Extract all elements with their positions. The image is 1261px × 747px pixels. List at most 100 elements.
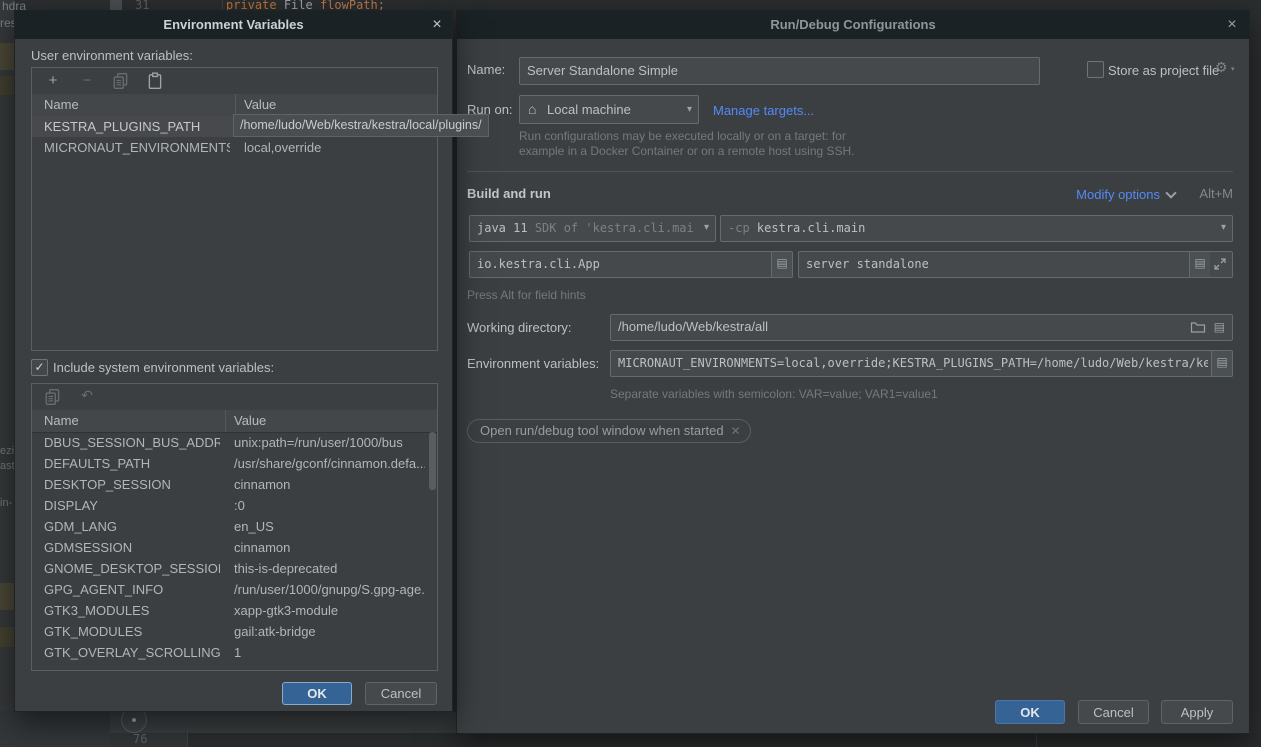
var-name: GTK_MODULES [44, 621, 220, 642]
working-directory-value: /home/ludo/Web/kestra/all [618, 315, 1184, 340]
var-value: :0 [234, 495, 425, 516]
remove-icon[interactable]: − [78, 72, 96, 90]
modify-options-shortcut: Alt+M [1199, 186, 1233, 201]
table-row[interactable]: GDM_LANGen_US [32, 516, 437, 537]
tree-selected-block [0, 627, 14, 647]
modify-options-group: Modify options [1076, 186, 1179, 204]
remove-tag-icon[interactable]: ✕ [730, 420, 740, 442]
table-row[interactable]: DISPLAY:0 [32, 495, 437, 516]
name-column-header[interactable]: Name [44, 410, 79, 432]
section-divider [467, 171, 1233, 172]
column-divider[interactable] [235, 94, 236, 116]
table-row[interactable]: GTK3_MODULESxapp-gtk3-module [32, 600, 437, 621]
modify-options-link[interactable]: Modify options [1076, 187, 1160, 202]
editor-margin-guide [1036, 732, 1037, 747]
cancel-button[interactable]: Cancel [365, 682, 437, 705]
undo-icon[interactable]: ↶ [78, 387, 96, 405]
cancel-button[interactable]: Cancel [1078, 700, 1149, 724]
run-on-help-line2: example in a Docker Container or on a re… [519, 144, 855, 158]
environment-variables-input[interactable]: MICRONAUT_ENVIRONMENTS=local,override;KE… [610, 350, 1233, 377]
cp-flag: -cp [728, 221, 750, 235]
working-directory-label: Working directory: [467, 320, 572, 335]
include-system-env-label: Include system environment variables: [53, 360, 274, 375]
var-value: /usr/share/gconf/cinnamon.defa... [234, 453, 425, 474]
dialog-title: Run/Debug Configurations [457, 11, 1249, 39]
ide-screen: ezi ast in- hdra res 31 private File flo… [0, 0, 1261, 747]
cell-value-popup: /home/ludo/Web/kestra/kestra/local/plugi… [233, 114, 489, 137]
var-name: DBUS_SESSION_BUS_ADDRESS [44, 432, 220, 453]
editor-bottom-strip [110, 733, 1261, 747]
folder-icon[interactable] [1190, 319, 1206, 335]
expand-field-icon[interactable]: ▤ [1214, 315, 1225, 339]
expand-field-icon[interactable]: ▤ [1211, 351, 1232, 376]
add-icon[interactable]: + [44, 72, 62, 90]
table-row[interactable]: GDMSESSION cinnamon [32, 537, 437, 558]
var-name: GTK3_MODULES [44, 600, 220, 621]
table-row[interactable]: GTK_OVERLAY_SCROLLING1 [32, 642, 437, 663]
gear-icon[interactable]: ⚙ [1215, 59, 1228, 76]
include-system-env-checkbox[interactable]: ✓ [31, 359, 48, 376]
run-on-value: Local machine [547, 96, 678, 123]
var-name: GDM_LANG [44, 516, 220, 537]
chevron-down-icon [1165, 187, 1176, 198]
classpath-dropdown[interactable]: -cp kestra.cli.main ▾ [720, 215, 1233, 242]
main-class-input[interactable]: io.kestra.cli.App ▤ [469, 251, 793, 278]
table-row[interactable]: DBUS_SESSION_BUS_ADDRESSunix:path=/run/u… [32, 432, 437, 453]
tree-item-fragment: in- [0, 497, 12, 509]
ok-button[interactable]: OK [282, 682, 352, 705]
gutter-dot-icon [132, 718, 136, 722]
env-separator-hint: Separate variables with semicolon: VAR=v… [610, 387, 938, 401]
expand-window-icon[interactable] [1212, 256, 1228, 272]
bottom-left-panel [0, 710, 110, 747]
name-column-header[interactable]: Name [44, 94, 79, 116]
dropdown-arrow-icon[interactable]: ▾ [687, 96, 692, 123]
expand-field-icon[interactable]: ▤ [771, 252, 792, 277]
manage-targets-link[interactable]: Manage targets... [713, 103, 814, 118]
store-as-project-file-checkbox[interactable] [1087, 61, 1104, 78]
open-tool-window-tag[interactable]: Open run/debug tool window when started … [467, 419, 751, 443]
environment-variables-value: MICRONAUT_ENVIRONMENTS=local,override;KE… [618, 351, 1208, 376]
var-name: GPG_AGENT_INFO [44, 579, 220, 600]
var-name: DESKTOP_SESSION [44, 474, 220, 495]
main-class-value: io.kestra.cli.App [477, 252, 768, 277]
run-on-help-line1: Run configurations may be executed local… [519, 129, 846, 143]
copy-icon[interactable] [44, 388, 62, 406]
scrollbar-thumb[interactable] [429, 432, 436, 490]
apply-button[interactable]: Apply [1161, 700, 1233, 724]
table-row[interactable]: GNOME_DESKTOP_SESSION_IDthis-is-deprecat… [32, 558, 437, 579]
jdk-dropdown[interactable]: java 11 SDK of 'kestra.cli.mair ▾ [469, 215, 716, 242]
user-env-label: User environment variables: [31, 48, 193, 63]
column-divider[interactable] [225, 410, 226, 432]
var-value: cinnamon [234, 537, 425, 558]
table-row[interactable]: DESKTOP_SESSIONcinnamon [32, 474, 437, 495]
tree-item-fragment: ezi [0, 445, 14, 457]
ok-button[interactable]: OK [995, 700, 1065, 724]
program-arguments-input[interactable]: server standalone ▤ [798, 251, 1233, 278]
copy-icon[interactable] [112, 72, 130, 90]
editor-strip [110, 712, 456, 733]
dropdown-arrow-icon[interactable]: ▾ [704, 216, 709, 240]
close-icon[interactable]: × [428, 16, 446, 34]
var-name: KESTRA_PLUGINS_PATH [44, 116, 230, 137]
run-on-dropdown[interactable]: ⌂ Local machine ▾ [519, 95, 699, 124]
table-row[interactable]: MICRONAUT_ENVIRONMENTS local,override [32, 137, 437, 158]
build-and-run-heading: Build and run [467, 186, 551, 201]
table-row[interactable]: GPG_AGENT_INFO/run/user/1000/gnupg/S.gpg… [32, 579, 437, 600]
gutter-divider [187, 728, 188, 747]
table-row[interactable]: GTK_MODULES gail:atk-bridge [32, 621, 437, 642]
close-icon[interactable]: × [1223, 16, 1241, 34]
working-directory-input[interactable]: /home/ludo/Web/kestra/all ▤ [610, 314, 1233, 341]
value-column-header[interactable]: Value [244, 94, 276, 116]
dropdown-arrow-icon[interactable]: ▾ [1221, 216, 1226, 240]
user-env-table-panel: + − Name Value KESTRA_PLUGINS_PATH /home… [31, 67, 438, 351]
value-column-header[interactable]: Value [234, 410, 266, 432]
var-name: DEFAULTS_PATH [44, 453, 220, 474]
table-row[interactable]: DEFAULTS_PATH/usr/share/gconf/cinnamon.d… [32, 453, 437, 474]
paste-icon[interactable] [146, 72, 164, 90]
var-value: gail:atk-bridge [234, 621, 425, 642]
var-name: GDMSESSION [44, 537, 220, 558]
jdk-version: java 11 [477, 221, 528, 235]
name-input[interactable]: Server Standalone Simple [519, 57, 1040, 85]
expand-field-icon[interactable]: ▤ [1189, 252, 1210, 277]
tree-selected-block [0, 43, 14, 70]
